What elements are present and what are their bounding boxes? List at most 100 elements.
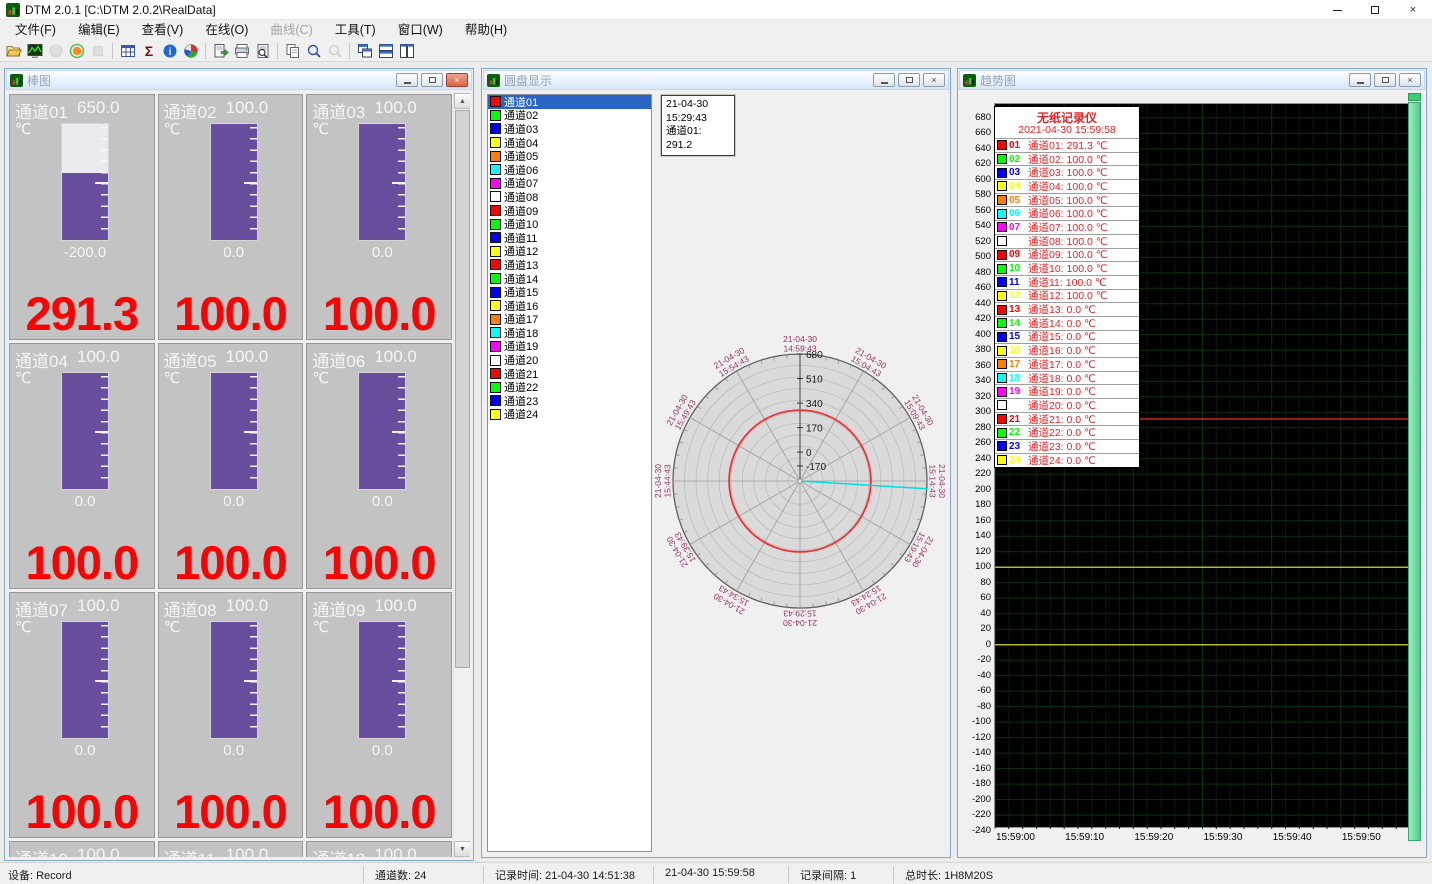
legend-channel-value: 通道17: 0.0 ℃: [1028, 357, 1096, 371]
scroll-down-icon[interactable]: ▼: [454, 841, 470, 857]
gauge-bar: [210, 372, 258, 490]
info-icon[interactable]: i: [159, 41, 180, 61]
y-axis-label: 640: [962, 143, 991, 154]
legend-channel-value: 通道10: 100.0 ℃: [1028, 261, 1108, 275]
legend-channel-value: 通道03: 100.0 ℃: [1028, 165, 1108, 179]
gauge-value: 100.0: [307, 290, 451, 337]
bar-window-client: 通道01650.0℃-200.0291.3通道02100.0℃0.0100.0通…: [8, 93, 470, 857]
data-table-icon[interactable]: [117, 41, 138, 61]
y-axis-label: -240: [962, 825, 991, 836]
gauge-max-value: 100.0: [226, 845, 269, 857]
gauge-min-value: 0.0: [18, 493, 152, 510]
gauge-unit: ℃: [312, 618, 329, 636]
channel-list-item[interactable]: 通道24: [488, 408, 651, 422]
channel-color-swatch: [490, 395, 501, 406]
x-axis-label: 15:59:00: [996, 832, 1035, 843]
legend-color-swatch: [997, 387, 1007, 397]
channel-color-swatch: [490, 355, 501, 366]
gauge-header: 通道08100.0: [164, 596, 301, 621]
polar-disc-chart: 6805103401700-17021-04-3014:59:4321-04-3…: [653, 93, 947, 854]
legend-color-swatch: [997, 305, 1007, 315]
channel-color-swatch: [490, 300, 501, 311]
menu-item-tools[interactable]: 工具(T): [324, 20, 387, 40]
legend-channel-number: 24: [1009, 455, 1024, 466]
y-axis-label: 80: [962, 577, 991, 588]
close-button[interactable]: ×: [1394, 0, 1432, 20]
scrollbar-thumb[interactable]: [455, 110, 470, 668]
maximize-button[interactable]: [1356, 0, 1394, 20]
svg-text:-170: -170: [806, 462, 826, 473]
legend-channel-value: 通道13: 0.0 ℃: [1028, 302, 1096, 316]
y-axis-label: 560: [962, 205, 991, 216]
y-axis-label: 60: [962, 592, 991, 603]
trend-window-client: 6806606406206005805605405205004804604404…: [961, 93, 1423, 854]
gauge-max-value: 100.0: [226, 98, 269, 123]
channel-list-label: 通道24: [504, 406, 538, 422]
gauge-min-value: 0.0: [315, 742, 449, 759]
tile-vertical-icon[interactable]: [396, 41, 417, 61]
scrollbar[interactable]: ▲ ▼: [453, 93, 470, 857]
legend-row: 24通道24: 0.0 ℃: [995, 453, 1139, 467]
open-file-icon[interactable]: [3, 41, 24, 61]
gauge-bar: [358, 123, 406, 241]
cascade-windows-icon[interactable]: [354, 41, 375, 61]
minimize-button[interactable]: [873, 73, 895, 87]
legend-channel-value: 通道11: 100.0 ℃: [1028, 275, 1107, 289]
menu-item-help[interactable]: 帮助(H): [454, 20, 518, 40]
y-axis-label: -200: [962, 794, 991, 805]
print-preview-icon[interactable]: [252, 41, 273, 61]
menu-item-window[interactable]: 窗口(W): [387, 20, 454, 40]
trend-scrollbar[interactable]: [1408, 102, 1421, 841]
menu-item-view[interactable]: 查看(V): [131, 20, 195, 40]
menu-item-file[interactable]: 文件(F): [4, 20, 67, 40]
trend-scrollbar-top[interactable]: [1408, 93, 1421, 101]
copy-icon[interactable]: [282, 41, 303, 61]
gauge-max-value: 100.0: [374, 98, 417, 123]
pause-icon: [45, 41, 66, 61]
gauge-min-value: 0.0: [315, 244, 449, 261]
minimize-button[interactable]: [1349, 73, 1371, 87]
maximize-button[interactable]: [1374, 73, 1396, 87]
legend-channel-number: 06: [1009, 208, 1024, 219]
y-axis-label: 200: [962, 484, 991, 495]
legend-row: 10通道10: 100.0 ℃: [995, 261, 1139, 275]
realtime-display-icon[interactable]: [24, 41, 45, 61]
gauge-value: 100.0: [307, 788, 451, 835]
gauge-max-value: 100.0: [77, 845, 120, 857]
legend-channel-value: 通道23: 0.0 ℃: [1028, 439, 1096, 453]
minimize-button[interactable]: [1318, 0, 1356, 20]
menu-item-edit[interactable]: 编辑(E): [67, 20, 131, 40]
y-axis-label: 100: [962, 561, 991, 572]
stop-icon: [87, 41, 108, 61]
bar-gauge-grid: 通道01650.0℃-200.0291.3通道02100.0℃0.0100.0通…: [9, 94, 452, 857]
status-field: 21-04-30 15:59:58: [665, 867, 755, 879]
record-icon[interactable]: [66, 41, 87, 61]
bar-window-titlebar: 棒图 ×: [6, 70, 472, 90]
maximize-button[interactable]: [898, 73, 920, 87]
trend-window-titlebar: 趋势图 ×: [959, 70, 1425, 90]
close-icon[interactable]: ×: [923, 73, 945, 87]
close-icon[interactable]: ×: [446, 73, 468, 87]
legend-channel-value: 通道20: 0.0 ℃: [1028, 398, 1096, 412]
menu-item-online[interactable]: 在线(O): [194, 20, 259, 40]
channel-color-swatch: [490, 246, 501, 257]
print-icon[interactable]: [231, 41, 252, 61]
gauge-bar: [358, 621, 406, 739]
minimize-button[interactable]: [396, 73, 418, 87]
pie-chart-icon[interactable]: [180, 41, 201, 61]
channel-color-swatch: [490, 341, 501, 352]
statistics-sigma-icon[interactable]: Σ: [138, 41, 159, 61]
legend-row: 07通道07: 100.0 ℃: [995, 220, 1139, 234]
legend-row: 03通道03: 100.0 ℃: [995, 165, 1139, 179]
zoom-icon[interactable]: [303, 41, 324, 61]
gauge-min-value: 0.0: [167, 742, 301, 759]
close-icon[interactable]: ×: [1399, 73, 1421, 87]
legend-channel-number: 05: [1009, 195, 1024, 206]
scroll-up-icon[interactable]: ▲: [454, 93, 470, 109]
channel-color-swatch: [490, 123, 501, 134]
tile-horizontal-icon[interactable]: [375, 41, 396, 61]
export-icon[interactable]: [210, 41, 231, 61]
y-axis-label: 580: [962, 189, 991, 200]
y-axis-label: 440: [962, 298, 991, 309]
maximize-button[interactable]: [421, 73, 443, 87]
